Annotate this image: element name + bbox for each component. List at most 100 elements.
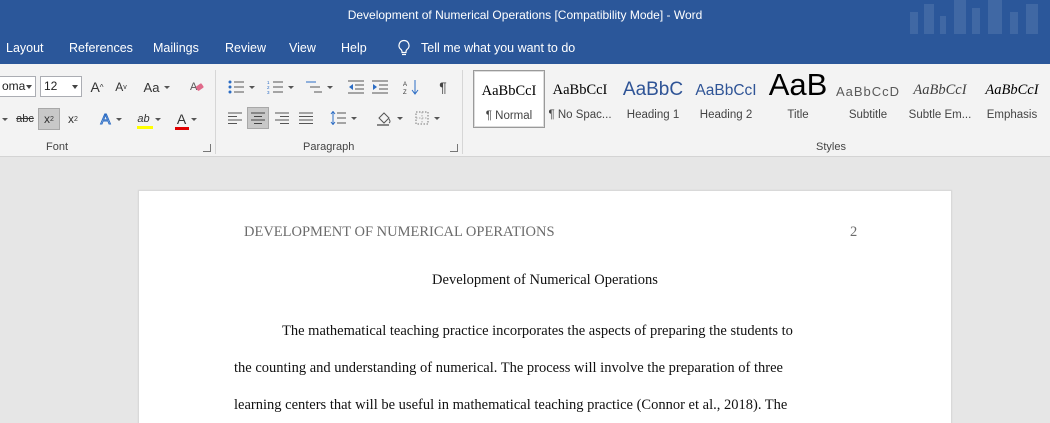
highlighter-icon: ab (137, 113, 154, 129)
tab-mailings[interactable]: Mailings (153, 41, 199, 55)
style-preview: AaBbCcI (552, 82, 608, 98)
numbering-button[interactable]: 1 2 3 (263, 76, 297, 98)
paragraph-group-label: Paragraph (303, 141, 355, 153)
style-name: Emphasis (986, 109, 1038, 121)
svg-text:3: 3 (267, 90, 270, 94)
title-bar: Development of Numerical Operations [Com… (0, 0, 1050, 34)
strikethrough-button[interactable]: abc (14, 108, 36, 130)
highlight-button[interactable]: ab (132, 108, 166, 130)
tab-layout[interactable]: Layout (6, 41, 44, 55)
font-color-button[interactable]: A (170, 108, 204, 130)
clear-formatting-button[interactable]: A (186, 76, 208, 98)
text-effects-icon: A (100, 110, 111, 128)
decrease-indent-button[interactable] (345, 76, 367, 98)
grow-font-icon: A (90, 79, 100, 95)
shading-button[interactable] (372, 107, 406, 129)
increase-indent-icon (372, 80, 388, 94)
align-left-button[interactable] (224, 107, 246, 129)
change-case-icon: Aa (143, 79, 160, 95)
sort-button[interactable]: A Z (400, 76, 422, 98)
superscript-mark: 2 (74, 115, 78, 123)
style-name: ¶ Normal (485, 110, 533, 122)
style-emphasis[interactable]: AaBbCcI Emphasis (976, 70, 1048, 128)
font-name-box[interactable]: oma (0, 76, 36, 97)
style-heading-2[interactable]: AaBbCcI Heading 2 (690, 70, 762, 128)
superscript-button[interactable]: x2 (62, 108, 84, 130)
grow-font-button[interactable]: A ^ (88, 76, 106, 98)
font-size-value: 12 (44, 79, 58, 93)
style-name: Heading 1 (626, 109, 680, 121)
borders-button[interactable] (410, 107, 444, 129)
multilevel-list-button[interactable] (302, 76, 336, 98)
style-name: ¶ No Spac... (548, 109, 612, 121)
style-preview: AaBbCcD (835, 84, 901, 99)
text-effects-button[interactable]: A (94, 108, 128, 130)
line-spacing-button[interactable] (326, 107, 360, 129)
page-header: DEVELOPMENT OF NUMERICAL OPERATIONS (244, 224, 555, 240)
paragraph-line: The mathematical teaching practice incor… (282, 323, 793, 339)
font-color-icon: A (174, 111, 189, 130)
justify-button[interactable] (295, 107, 317, 129)
style-name: Subtitle (848, 109, 888, 121)
lightbulb-icon (398, 39, 410, 56)
svg-text:Z: Z (403, 90, 407, 95)
styles-group-label: Styles (816, 141, 846, 153)
style-name: Heading 2 (699, 109, 753, 121)
document-title: Development of Numerical Operations (432, 272, 658, 288)
sort-icon: A Z (403, 80, 419, 95)
style-preview: AaB (768, 70, 828, 102)
style-title[interactable]: AaB Title (762, 70, 834, 128)
tab-view[interactable]: View (289, 41, 316, 55)
tab-references[interactable]: References (69, 41, 133, 55)
style-preview: AaBbCcI (985, 82, 1039, 98)
justify-icon (299, 112, 313, 124)
document-page[interactable]: DEVELOPMENT OF NUMERICAL OPERATIONS 2 De… (138, 190, 952, 423)
eraser-icon: A (190, 81, 204, 93)
multilevel-list-icon (305, 81, 322, 93)
subscript-button[interactable]: x2 (38, 108, 60, 130)
paragraph-line: the counting and understanding of numeri… (234, 360, 783, 376)
shrink-font-icon: A (115, 80, 124, 94)
shrink-font-button[interactable]: Av (112, 76, 130, 98)
divider (462, 70, 463, 154)
subscript-mark: 2 (50, 115, 54, 123)
chevron-down-icon (72, 85, 78, 89)
show-formatting-button[interactable]: ¶ (432, 76, 454, 98)
numbered-list-icon: 1 2 3 (267, 80, 283, 94)
tab-review[interactable]: Review (225, 41, 266, 55)
title-bar-decoration (880, 0, 1050, 34)
tab-help[interactable]: Help (341, 41, 367, 55)
style-subtitle[interactable]: AaBbCcD Subtitle (832, 70, 904, 128)
align-center-icon (251, 112, 265, 124)
font-dialog-launcher[interactable] (203, 144, 211, 152)
bullet-list-icon (228, 80, 244, 94)
paragraph-dialog-launcher[interactable] (450, 144, 458, 152)
page-number: 2 (850, 224, 858, 240)
tell-me-box[interactable]: Tell me what you want to do (396, 39, 575, 57)
style-normal[interactable]: AaBbCcI ¶ Normal (473, 70, 545, 128)
svg-text:A: A (403, 82, 407, 88)
tell-me-text: Tell me what you want to do (421, 41, 576, 55)
style-no-spacing[interactable]: AaBbCcI ¶ No Spac... (544, 70, 616, 128)
align-right-icon (275, 112, 289, 124)
styles-gallery: AaBbCcI ¶ Normal AaBbCcI ¶ No Spac... Aa… (472, 70, 1050, 130)
align-center-button[interactable] (247, 107, 269, 129)
style-preview: AaBbCcI (481, 83, 537, 99)
style-preview: AaBbCcI (913, 82, 967, 98)
font-group-label: Font (46, 141, 69, 153)
decrease-indent-icon (348, 80, 364, 94)
font-size-box[interactable]: 12 (40, 76, 82, 97)
borders-icon (415, 111, 428, 125)
style-subtle-emphasis[interactable]: AaBbCcI Subtle Em... (904, 70, 976, 128)
align-right-button[interactable] (271, 107, 293, 129)
bold-italic-overflow[interactable] (0, 108, 10, 130)
style-preview: AaBbCcI (695, 82, 757, 99)
increase-indent-button[interactable] (369, 76, 391, 98)
align-left-icon (228, 112, 242, 124)
change-case-button[interactable]: Aa (140, 76, 174, 98)
paragraph-line: learning centers that will be useful in … (234, 397, 788, 413)
style-heading-1[interactable]: AaBbC Heading 1 (616, 70, 690, 128)
bullets-button[interactable] (224, 76, 258, 98)
strikethrough-icon: abc (16, 113, 34, 125)
ribbon-tabs: Layout References Mailings Review View H… (0, 34, 1050, 64)
